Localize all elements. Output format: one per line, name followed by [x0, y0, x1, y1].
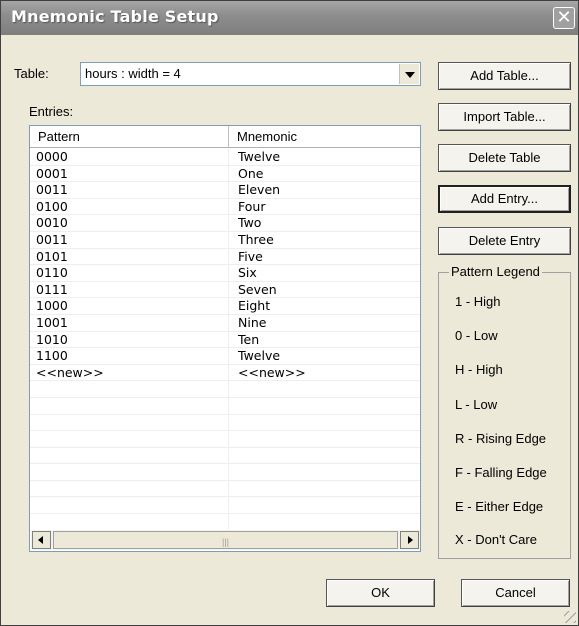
mnemonic-cell: Twelve — [238, 149, 281, 164]
mnemonic-cell: Five — [238, 248, 263, 264]
mnemonic-cell: <<new>> — [238, 364, 306, 380]
chevron-down-icon[interactable] — [399, 64, 419, 84]
grip-icon: ||| — [222, 537, 230, 547]
table-dropdown-value: hours : width = 4 — [85, 66, 181, 81]
cancel-button[interactable]: Cancel — [461, 579, 570, 607]
legend-item: 0 - Low — [455, 328, 498, 343]
table-row[interactable]: 0011 Three — [30, 232, 420, 249]
pattern-cell: 0110 — [36, 265, 68, 281]
table-row[interactable]: 1000 Eight — [30, 298, 420, 315]
pattern-cell: 0000 — [36, 149, 68, 164]
pattern-legend-group: Pattern Legend 1 - High 0 - Low H - High… — [438, 264, 571, 559]
ok-button[interactable]: OK — [326, 579, 435, 607]
pattern-cell: 0100 — [36, 198, 68, 214]
pattern-cell: 0011 — [36, 182, 68, 198]
table-row[interactable]: 0111 Seven — [30, 282, 420, 299]
empty-row — [30, 464, 420, 481]
table-row[interactable]: 1010 Ten — [30, 332, 420, 349]
mnemonic-cell: Three — [238, 231, 274, 247]
pattern-legend-title: Pattern Legend — [449, 264, 542, 279]
window-title: Mnemonic Table Setup — [11, 7, 219, 26]
table-row[interactable]: 0101 Five — [30, 249, 420, 266]
pattern-cell: 0001 — [36, 165, 68, 181]
empty-row — [30, 381, 420, 398]
mnemonic-cell: Seven — [238, 281, 277, 297]
table-row[interactable]: 0010 Two — [30, 215, 420, 232]
mnemonic-cell: Eleven — [238, 182, 281, 198]
entries-list[interactable]: Pattern Mnemonic 0000 Twelve 0001 One 0011 El… — [29, 125, 421, 552]
pattern-cell: 0111 — [36, 281, 68, 297]
mnemonic-cell: Four — [238, 198, 266, 214]
title-bar[interactable]: Mnemonic Table Setup ✕ — [1, 1, 578, 35]
close-icon: ✕ — [556, 7, 572, 27]
scroll-left-icon[interactable] — [32, 531, 51, 549]
pattern-cell: 1000 — [36, 298, 68, 314]
table-row[interactable]: <<new>> <<new>> — [30, 365, 420, 382]
legend-item: X - Don't Care — [455, 532, 537, 547]
mnemonic-cell: Ten — [238, 331, 260, 347]
empty-row — [30, 514, 420, 531]
table-row[interactable]: 0000 Twelve — [30, 149, 420, 166]
empty-row — [30, 431, 420, 448]
mnemonic-cell: Six — [238, 265, 257, 281]
pattern-cell: 1100 — [36, 348, 68, 364]
delete-table-button[interactable]: Delete Table — [438, 144, 571, 172]
empty-row — [30, 481, 420, 498]
column-header-pattern[interactable]: Pattern — [30, 126, 229, 147]
mnemonic-cell: One — [238, 165, 264, 181]
empty-row — [30, 398, 420, 415]
legend-item: H - High — [455, 362, 503, 377]
table-row[interactable]: 0011 Eleven — [30, 182, 420, 199]
empty-row — [30, 415, 420, 432]
pattern-cell: 0101 — [36, 248, 68, 264]
pattern-cell: <<new>> — [36, 364, 104, 380]
pattern-cell: 0011 — [36, 231, 68, 247]
scroll-right-icon[interactable] — [400, 531, 419, 549]
table-row[interactable]: 0100 Four — [30, 199, 420, 216]
legend-item: L - Low — [455, 397, 498, 412]
horizontal-scrollbar[interactable]: ||| — [31, 530, 420, 550]
empty-row — [30, 448, 420, 465]
entries-label: Entries: — [29, 104, 74, 119]
table-row[interactable]: 1100 Twelve — [30, 348, 420, 365]
import-table-button[interactable]: Import Table... — [438, 103, 571, 131]
delete-entry-button[interactable]: Delete Entry — [438, 227, 571, 255]
legend-item: E - Either Edge — [455, 499, 544, 514]
mnemonic-cell: Twelve — [238, 348, 281, 364]
table-row[interactable]: 1001 Nine — [30, 315, 420, 332]
legend-item: F - Falling Edge — [455, 465, 547, 480]
column-header-mnemonic[interactable]: Mnemonic — [229, 126, 420, 147]
table-row[interactable]: 0001 One — [30, 166, 420, 183]
table-label: Table: — [14, 66, 49, 81]
close-button[interactable]: ✕ — [553, 7, 575, 29]
mnemonic-cell: Eight — [238, 298, 271, 314]
add-table-button[interactable]: Add Table... — [438, 62, 571, 90]
table-dropdown[interactable]: hours : width = 4 — [80, 62, 421, 86]
scrollbar-thumb[interactable]: ||| — [53, 531, 398, 549]
entries-rows: 0000 Twelve 0001 One 0011 Eleven 0100 Four 0010 T… — [30, 149, 420, 531]
legend-item: 1 - High — [455, 294, 501, 309]
pattern-cell: 0010 — [36, 215, 68, 231]
pattern-cell: 1001 — [36, 314, 68, 330]
add-entry-button[interactable]: Add Entry... — [438, 185, 571, 213]
entries-header: Pattern Mnemonic — [30, 126, 420, 148]
dialog-window: Mnemonic Table Setup ✕ Table: hours : wi… — [0, 0, 579, 626]
mnemonic-cell: Two — [238, 215, 262, 231]
legend-item: R - Rising Edge — [455, 431, 547, 446]
empty-row — [30, 497, 420, 515]
table-row[interactable]: 0110 Six — [30, 265, 420, 282]
pattern-cell: 1010 — [36, 331, 68, 347]
mnemonic-cell: Nine — [238, 314, 267, 330]
resize-grip-icon[interactable] — [564, 611, 576, 623]
